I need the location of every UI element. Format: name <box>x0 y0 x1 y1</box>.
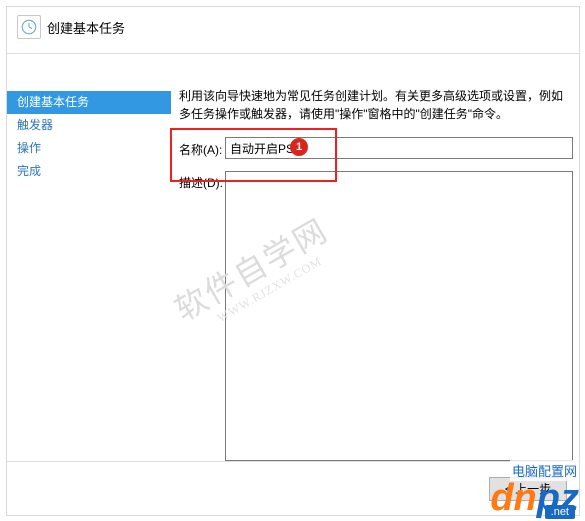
brand-logo: dnpz .net <box>490 479 579 517</box>
window-title: 创建基本任务 <box>47 18 125 37</box>
name-label: 名称(A): <box>179 138 225 158</box>
clock-icon <box>17 15 41 39</box>
name-input[interactable] <box>225 137 573 159</box>
sidebar-item-action[interactable]: 操作 <box>7 137 171 160</box>
brand-dn: dn <box>490 477 536 519</box>
titlebar-separator <box>7 53 579 54</box>
wizard-sidebar: 创建基本任务 触发器 操作 完成 <box>7 87 171 455</box>
sidebar-item-finish[interactable]: 完成 <box>7 160 171 183</box>
intro-text: 利用该向导快速地为常见任务创建计划。有关更多高级选项或设置，例如多任务操作或触发… <box>179 87 573 123</box>
sidebar-item-create[interactable]: 创建基本任务 <box>7 91 171 114</box>
desc-label: 描述(D): <box>179 171 225 191</box>
desc-textarea[interactable] <box>225 171 573 461</box>
titlebar: 创建基本任务 <box>7 7 579 47</box>
sidebar-item-trigger[interactable]: 触发器 <box>7 114 171 137</box>
wizard-main: 利用该向导快速地为常见任务创建计划。有关更多高级选项或设置，例如多任务操作或触发… <box>171 87 579 455</box>
brand-sub: .net <box>545 505 575 519</box>
